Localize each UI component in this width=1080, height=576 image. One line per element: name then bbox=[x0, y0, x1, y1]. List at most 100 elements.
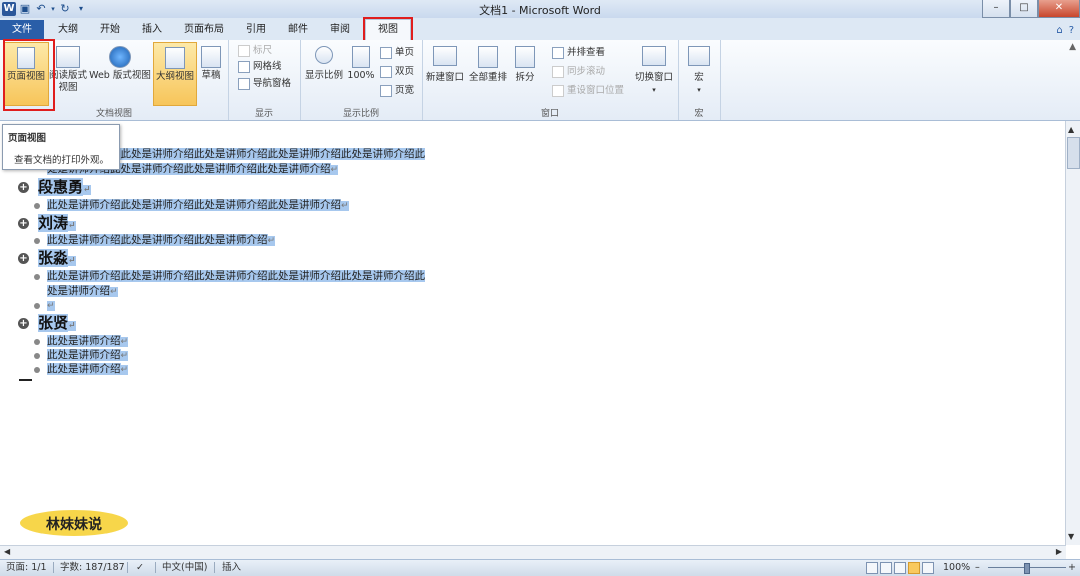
full-screen-reading-icon[interactable] bbox=[880, 562, 892, 574]
split-button[interactable]: 拆分 bbox=[512, 42, 538, 84]
draft-view-icon[interactable] bbox=[922, 562, 934, 574]
body-line: 此处是讲师介绍↵ bbox=[47, 335, 129, 347]
heading-4: 张贤↵ bbox=[38, 314, 76, 332]
ruler-checkbox[interactable]: 标尺 bbox=[238, 44, 272, 58]
status-language[interactable]: 中文(中国) bbox=[162, 560, 207, 575]
outline-expand-icon[interactable]: + bbox=[18, 218, 29, 229]
body-line: 此处是讲师介绍↵ bbox=[47, 349, 129, 361]
nav-pane-label: 导航窗格 bbox=[253, 78, 292, 89]
split-icon bbox=[515, 46, 535, 68]
body-line: 此处是讲师介绍↵ bbox=[47, 363, 129, 375]
minimize-button[interactable]: – bbox=[982, 0, 1010, 18]
web-layout-button[interactable]: Web 版式视图 bbox=[88, 42, 152, 82]
status-page[interactable]: 页面: 1/1 bbox=[6, 560, 47, 575]
sync-scroll-button[interactable]: 同步滚动 bbox=[552, 65, 605, 79]
scroll-left-icon[interactable]: ◀ bbox=[4, 547, 10, 556]
two-pages-label: 双页 bbox=[395, 66, 415, 77]
print-layout-view-icon[interactable] bbox=[866, 562, 878, 574]
bullet-icon bbox=[34, 353, 40, 359]
document-area[interactable]: 此处是讲师介绍此处是讲师介绍此处是讲师介绍此处是讲师介绍此处是讲师介绍此 处是讲… bbox=[0, 121, 1066, 545]
tab-home[interactable]: 开始 bbox=[89, 20, 131, 40]
page-width-label: 页宽 bbox=[395, 85, 415, 96]
outline-view-button[interactable]: 大纲视图 bbox=[153, 42, 197, 106]
proofing-icon[interactable]: ✓ bbox=[136, 560, 144, 575]
draft-label: 草稿 bbox=[201, 70, 221, 81]
group-label-window: 窗口 bbox=[540, 109, 559, 119]
bullet-icon bbox=[34, 339, 40, 345]
status-separator bbox=[214, 562, 215, 573]
bullet-icon bbox=[34, 274, 40, 280]
new-window-label: 新建窗口 bbox=[425, 72, 464, 83]
magnifier-icon bbox=[315, 46, 333, 64]
help-icon[interactable]: ⌂ bbox=[1056, 25, 1062, 36]
arrange-all-button[interactable]: 全部重排 bbox=[467, 42, 509, 84]
macros-button[interactable]: 宏 ▾ bbox=[684, 42, 714, 96]
tab-file[interactable]: 文件 bbox=[0, 20, 44, 40]
zoom-100-button[interactable]: 100% bbox=[346, 42, 376, 82]
maximize-button[interactable]: □ bbox=[1010, 0, 1038, 18]
end-of-document-marker bbox=[19, 379, 32, 381]
zoom-slider-thumb[interactable] bbox=[1024, 563, 1030, 574]
reset-position-label: 重设窗口位置 bbox=[567, 85, 625, 96]
side-by-side-button[interactable]: 并排查看 bbox=[552, 46, 605, 60]
bullet-icon bbox=[34, 367, 40, 373]
zoom-out-button[interactable]: – bbox=[975, 560, 980, 575]
switch-windows-button[interactable]: 切换窗口 ▾ bbox=[632, 42, 676, 96]
tab-outline[interactable]: 大纲 bbox=[47, 20, 89, 40]
scroll-up-icon[interactable]: ▲ bbox=[1068, 125, 1074, 134]
outline-view-label: 大纲视图 bbox=[155, 71, 194, 82]
outline-icon bbox=[165, 47, 185, 69]
tab-references[interactable]: 引用 bbox=[235, 20, 277, 40]
status-separator bbox=[127, 562, 128, 573]
zoom-level[interactable]: 100% bbox=[943, 560, 970, 575]
one-page-button[interactable]: 单页 bbox=[380, 46, 414, 60]
web-layout-view-icon[interactable] bbox=[894, 562, 906, 574]
tab-mailings[interactable]: 邮件 bbox=[277, 20, 319, 40]
horizontal-scrollbar[interactable]: ◀ ▶ bbox=[0, 545, 1066, 560]
page-100-icon bbox=[352, 46, 370, 68]
status-word-count[interactable]: 字数: 187/187 bbox=[60, 560, 125, 575]
zoom-button[interactable]: 显示比例 bbox=[303, 42, 345, 82]
group-zoom: 显示比例 100% 单页 双页 页宽 显示比例 bbox=[300, 40, 423, 120]
outline-expand-icon[interactable]: + bbox=[18, 182, 29, 193]
draft-button[interactable]: 草稿 bbox=[197, 42, 225, 82]
tab-view[interactable]: 视图 bbox=[363, 17, 413, 42]
new-window-button[interactable]: 新建窗口 bbox=[424, 42, 466, 84]
outline-expand-icon[interactable]: + bbox=[18, 253, 29, 264]
tab-page-layout[interactable]: 页面布局 bbox=[173, 20, 235, 40]
scroll-down-icon[interactable]: ▼ bbox=[1068, 532, 1074, 541]
vertical-scrollbar[interactable]: ▲ ▼ bbox=[1065, 121, 1080, 545]
gridlines-checkbox[interactable]: 网格线 bbox=[238, 60, 282, 74]
bullet-icon bbox=[34, 303, 40, 309]
outline-view-icon[interactable] bbox=[908, 562, 920, 574]
arrange-all-icon bbox=[478, 46, 498, 68]
tab-insert[interactable]: 插入 bbox=[131, 20, 173, 40]
zoom-in-button[interactable]: + bbox=[1068, 560, 1076, 575]
tab-review[interactable]: 审阅 bbox=[319, 20, 361, 40]
group-show: 标尺 网格线 导航窗格 显示 bbox=[228, 40, 301, 120]
scroll-right-icon[interactable]: ▶ bbox=[1056, 547, 1062, 556]
heading-1: 段惠勇↵ bbox=[38, 178, 91, 196]
macros-label: 宏 bbox=[694, 72, 704, 83]
gridlines-label: 网格线 bbox=[253, 61, 282, 72]
close-button[interactable]: ✕ bbox=[1038, 0, 1080, 18]
two-pages-button[interactable]: 双页 bbox=[380, 65, 414, 79]
ribbon: 页面视图 阅读版式 视图 Web 版式视图 大纲视图 草稿 文档视图 标尺 网格… bbox=[0, 39, 1080, 121]
page-width-button[interactable]: 页宽 bbox=[380, 84, 414, 98]
group-label-zoom: 显示比例 bbox=[342, 109, 379, 119]
group-macros: 宏 ▾ 宏 bbox=[678, 40, 721, 120]
nav-pane-checkbox[interactable]: 导航窗格 bbox=[238, 77, 291, 91]
one-page-icon bbox=[380, 47, 392, 59]
draft-icon bbox=[201, 46, 221, 68]
status-insert-mode[interactable]: 插入 bbox=[222, 560, 241, 575]
checkbox-icon bbox=[238, 78, 250, 90]
page-width-icon bbox=[380, 85, 392, 97]
help-question-icon[interactable]: ? bbox=[1069, 25, 1074, 36]
outline-expand-icon[interactable]: + bbox=[18, 318, 29, 329]
one-page-label: 单页 bbox=[395, 47, 415, 58]
zoom-100-label: 100% bbox=[347, 70, 375, 81]
reset-position-button[interactable]: 重设窗口位置 bbox=[552, 84, 624, 98]
scroll-thumb[interactable] bbox=[1067, 137, 1080, 169]
macro-icon bbox=[688, 46, 710, 66]
collapse-ribbon-icon[interactable]: ▲ bbox=[1069, 42, 1076, 52]
